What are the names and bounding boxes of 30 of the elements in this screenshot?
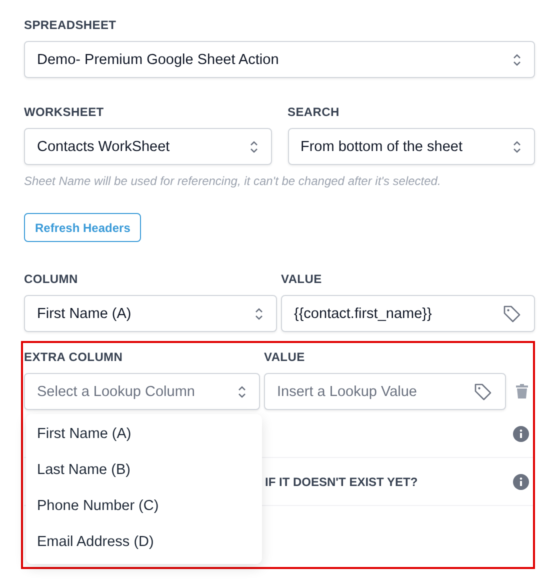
field-label: SPREADSHEET xyxy=(24,18,118,32)
chevron-updown-icon xyxy=(237,384,247,400)
chevron-updown-icon xyxy=(248,138,258,154)
tag-icon[interactable] xyxy=(502,304,522,324)
field-label: VALUE xyxy=(281,272,323,286)
chevron-updown-icon xyxy=(512,138,522,154)
dropdown-option[interactable]: Phone Number (C) xyxy=(26,488,262,524)
lookup-value-field[interactable]: Insert a Lookup Value xyxy=(264,373,506,410)
chevron-updown-icon xyxy=(512,52,522,68)
field-label: WORKSHEET xyxy=(24,105,105,119)
field-label: EXTRA COLUMN xyxy=(24,350,124,364)
info-icon[interactable] xyxy=(513,474,529,490)
spreadsheet-select[interactable]: Demo- Premium Google Sheet Action xyxy=(24,41,535,78)
field-label: IF IT DOESN'T EXIST YET? xyxy=(265,474,418,488)
dropdown-option[interactable]: Email Address (D) xyxy=(26,524,262,560)
dropdown-option[interactable]: First Name (A) xyxy=(26,416,262,452)
search-select[interactable]: From bottom of the sheet xyxy=(288,128,535,165)
trash-icon[interactable] xyxy=(516,384,528,399)
field-label: SEARCH xyxy=(288,105,340,119)
lookup-column-select[interactable]: Select a Lookup Column xyxy=(24,373,260,410)
value-field[interactable]: {{contact.first_name}} xyxy=(281,295,535,332)
hint-text: Sheet Name will be used for referencing, it can't be changed after it's selected. xyxy=(24,174,442,188)
worksheet-select[interactable]: Contacts WorkSheet xyxy=(24,128,272,165)
dropdown-option[interactable]: Last Name (B) xyxy=(26,452,262,488)
tag-icon[interactable] xyxy=(473,382,493,402)
column-select[interactable]: First Name (A) xyxy=(24,295,277,332)
info-icon[interactable] xyxy=(513,426,529,442)
field-label: COLUMN xyxy=(24,272,79,286)
field-label: VALUE xyxy=(264,350,306,364)
chevron-updown-icon xyxy=(254,306,264,322)
